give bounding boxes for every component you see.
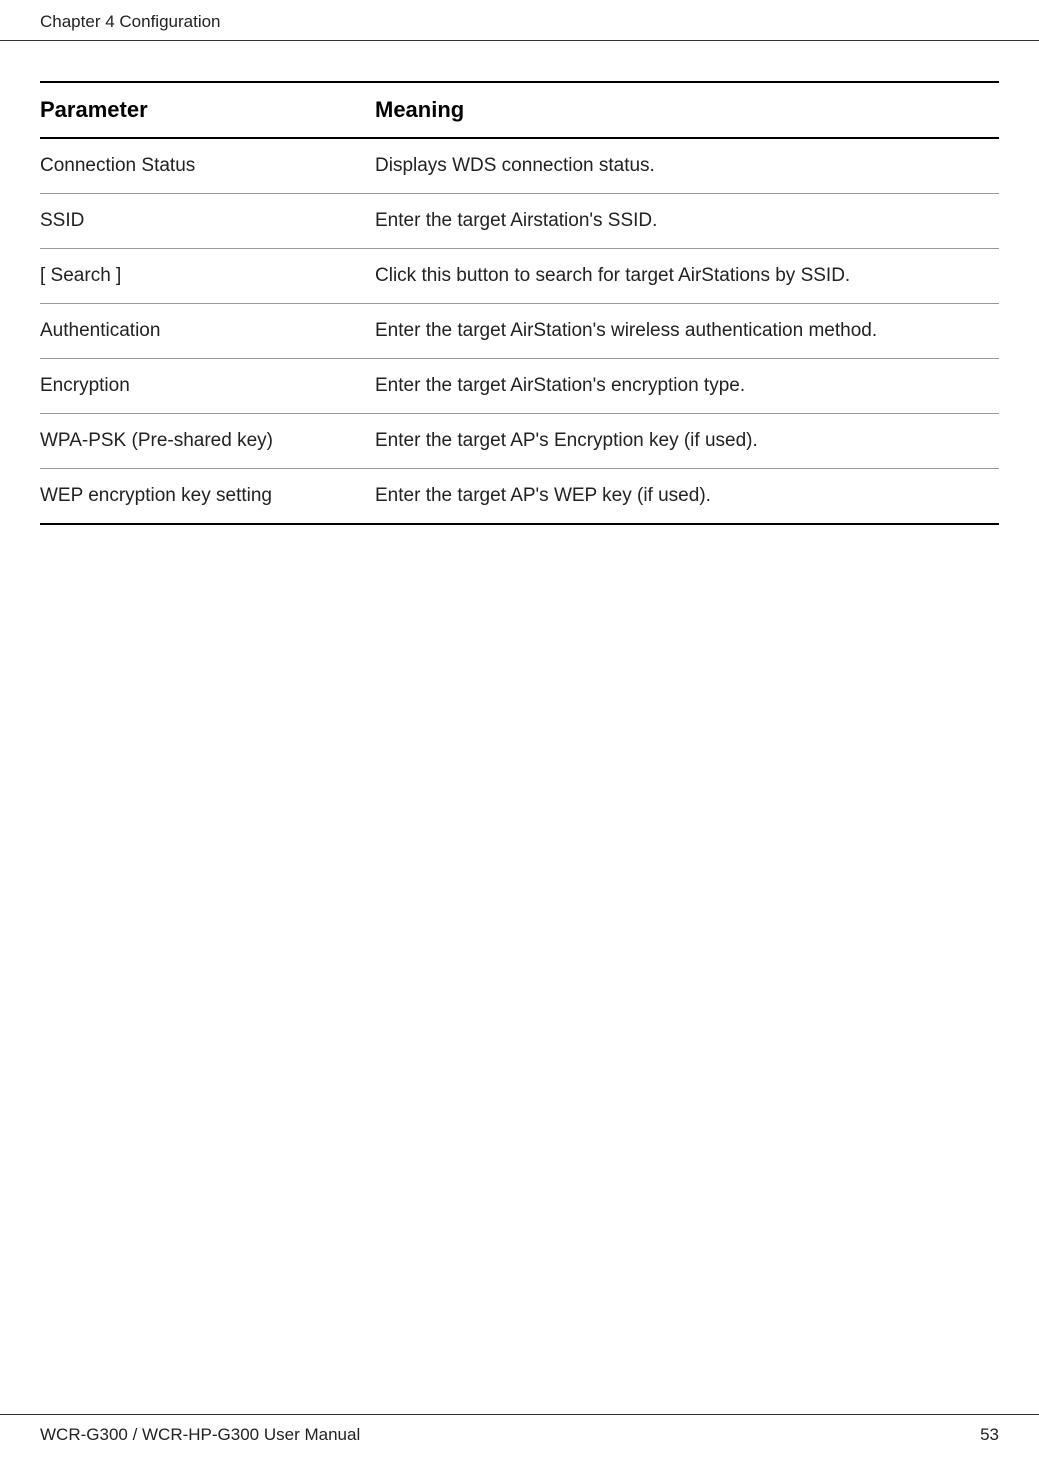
chapter-label: Chapter 4 Configuration: [40, 12, 221, 31]
table-row: SSID Enter the target Airstation's SSID.: [40, 194, 999, 249]
table-row: WEP encryption key setting Enter the tar…: [40, 469, 999, 525]
meaning-cell: Enter the target AP's WEP key (if used).: [375, 469, 999, 525]
table-row: WPA-PSK (Pre-shared key) Enter the targe…: [40, 414, 999, 469]
table-header-row: Parameter Meaning: [40, 82, 999, 138]
parameter-cell: Authentication: [40, 304, 375, 359]
page-footer: WCR-G300 / WCR-HP-G300 User Manual 53: [0, 1414, 1039, 1459]
parameter-table: Parameter Meaning Connection Status Disp…: [40, 81, 999, 525]
parameter-cell: WPA-PSK (Pre-shared key): [40, 414, 375, 469]
table-row: Authentication Enter the target AirStati…: [40, 304, 999, 359]
column-header-meaning: Meaning: [375, 82, 999, 138]
parameter-cell: Connection Status: [40, 138, 375, 194]
manual-title: WCR-G300 / WCR-HP-G300 User Manual: [40, 1425, 360, 1445]
parameter-cell: WEP encryption key setting: [40, 469, 375, 525]
meaning-cell: Click this button to search for target A…: [375, 249, 999, 304]
parameter-cell: SSID: [40, 194, 375, 249]
meaning-cell: Enter the target Airstation's SSID.: [375, 194, 999, 249]
meaning-cell: Displays WDS connection status.: [375, 138, 999, 194]
column-header-parameter: Parameter: [40, 82, 375, 138]
content-area: Parameter Meaning Connection Status Disp…: [0, 41, 1039, 525]
parameter-cell: Encryption: [40, 359, 375, 414]
table-row: Encryption Enter the target AirStation's…: [40, 359, 999, 414]
page-number: 53: [980, 1425, 999, 1445]
meaning-cell: Enter the target AirStation's wireless a…: [375, 304, 999, 359]
table-row: Connection Status Displays WDS connectio…: [40, 138, 999, 194]
meaning-cell: Enter the target AP's Encryption key (if…: [375, 414, 999, 469]
meaning-cell: Enter the target AirStation's encryption…: [375, 359, 999, 414]
parameter-cell: [ Search ]: [40, 249, 375, 304]
page-header: Chapter 4 Configuration: [0, 0, 1039, 41]
table-row: [ Search ] Click this button to search f…: [40, 249, 999, 304]
